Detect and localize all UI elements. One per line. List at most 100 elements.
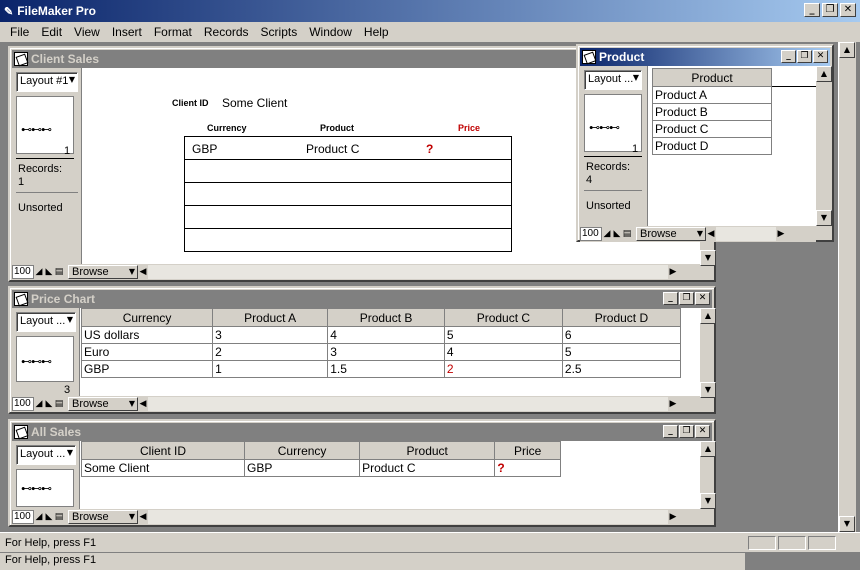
scroll-right-icon[interactable]: ▶ <box>668 397 678 411</box>
table-cell[interactable]: 1 <box>212 360 329 378</box>
table-cell[interactable]: 5 <box>443 326 563 344</box>
layout-popup[interactable]: Layout ... ▼ <box>16 445 76 465</box>
table-cell[interactable]: 2 <box>212 343 329 361</box>
column-header[interactable]: Currency <box>80 308 214 327</box>
book-icon[interactable]: ⊷⊷⊷ <box>16 336 74 382</box>
close-button[interactable]: ✕ <box>813 50 828 63</box>
list-item[interactable]: Product D <box>652 137 772 155</box>
zoom-out-icon[interactable]: ◢ <box>34 397 44 411</box>
all-sales-window[interactable]: All Sales _ ❐ ✕ Layout ... ▼ ⊷⊷⊷ Client I… <box>8 419 716 527</box>
close-button[interactable]: ✕ <box>695 292 710 305</box>
list-item[interactable]: Product A <box>652 86 772 104</box>
portal-price-field[interactable]: ? <box>426 142 433 156</box>
zoom-out-icon[interactable]: ◢ <box>34 510 44 524</box>
record-slider[interactable] <box>16 158 74 159</box>
product-column-header[interactable]: Product <box>652 68 772 87</box>
horizontal-scrollbar[interactable] <box>148 265 668 279</box>
scroll-down-icon[interactable]: ▼ <box>816 210 832 226</box>
book-icon[interactable]: ⊷⊷⊷ <box>16 469 74 507</box>
minimize-button[interactable]: _ <box>663 292 678 305</box>
table-cell[interactable]: 1.5 <box>327 360 445 378</box>
minimize-button[interactable]: _ <box>781 50 796 63</box>
menu-help[interactable]: Help <box>358 25 395 39</box>
scroll-down-icon[interactable]: ▼ <box>700 382 716 398</box>
main-vertical-scrollbar[interactable]: ▲ ▼ <box>838 42 856 532</box>
price-chart-titlebar[interactable]: Price Chart _ ❐ ✕ <box>12 290 712 308</box>
menu-insert[interactable]: Insert <box>106 25 148 39</box>
table-cell[interactable]: 4 <box>443 343 563 361</box>
scroll-left-icon[interactable]: ◀ <box>706 227 716 241</box>
scroll-up-icon[interactable]: ▲ <box>700 308 716 324</box>
record-slider[interactable] <box>584 156 642 157</box>
column-header[interactable]: Product D <box>561 308 682 327</box>
scroll-down-icon[interactable]: ▼ <box>700 493 716 509</box>
status-toggle-icon[interactable]: ▤ <box>54 265 64 279</box>
scroll-right-icon[interactable]: ▶ <box>668 510 678 524</box>
zoom-out-icon[interactable]: ◢ <box>602 227 612 241</box>
menu-edit[interactable]: Edit <box>35 25 68 39</box>
restore-button[interactable]: ❐ <box>679 425 694 438</box>
column-header[interactable]: Product A <box>212 308 329 327</box>
zoom-level[interactable]: 100 <box>580 227 602 241</box>
list-item[interactable]: Product C <box>652 120 772 138</box>
scroll-up-icon[interactable]: ▲ <box>816 66 832 82</box>
table-cell[interactable]: 2.5 <box>561 360 682 378</box>
status-toggle-icon[interactable]: ▤ <box>622 227 632 241</box>
table-cell[interactable]: ? <box>494 459 561 477</box>
menu-scripts[interactable]: Scripts <box>255 25 304 39</box>
scroll-right-icon[interactable]: ▶ <box>668 265 678 279</box>
menu-window[interactable]: Window <box>303 25 358 39</box>
column-header[interactable]: Currency <box>244 441 361 460</box>
mode-popup[interactable]: Browse ▼ <box>68 510 138 524</box>
table-cell[interactable]: 3 <box>212 326 329 344</box>
product-window[interactable]: Product _ ❐ ✕ Layout ... ▼ ⊷⊷⊷ 1 Records:… <box>576 44 834 242</box>
column-header[interactable]: Client ID <box>80 441 246 460</box>
horizontal-scrollbar[interactable] <box>148 510 668 524</box>
table-cell[interactable]: 4 <box>327 326 445 344</box>
scroll-up-icon[interactable]: ▲ <box>839 42 855 58</box>
all-sales-titlebar[interactable]: All Sales _ ❐ ✕ <box>12 423 712 441</box>
table-cell[interactable]: US dollars <box>80 326 214 344</box>
horizontal-scrollbar[interactable] <box>148 397 668 411</box>
table-cell[interactable]: 3 <box>327 343 445 361</box>
menu-view[interactable]: View <box>68 25 106 39</box>
table-row[interactable]: US dollars 3 4 5 6 <box>80 326 682 344</box>
zoom-level[interactable]: 100 <box>12 397 34 411</box>
table-row[interactable]: Euro 2 3 4 5 <box>80 343 682 361</box>
close-button[interactable]: ✕ <box>840 3 856 17</box>
restore-button[interactable]: ❐ <box>679 292 694 305</box>
table-row[interactable]: Some Client GBP Product C ? <box>80 459 561 477</box>
table-cell[interactable]: GBP <box>244 459 361 477</box>
scroll-left-icon[interactable]: ◀ <box>138 397 148 411</box>
menu-format[interactable]: Format <box>148 25 198 39</box>
restore-button[interactable]: ❐ <box>797 50 812 63</box>
table-cell[interactable]: Euro <box>80 343 214 361</box>
table-cell[interactable]: GBP <box>80 360 214 378</box>
zoom-in-icon[interactable]: ◣ <box>612 227 622 241</box>
zoom-level[interactable]: 100 <box>12 510 34 524</box>
table-cell[interactable]: 2 <box>443 360 563 378</box>
restore-button[interactable]: ❐ <box>822 3 838 17</box>
scroll-down-icon[interactable]: ▼ <box>700 250 716 266</box>
column-header[interactable]: Product B <box>327 308 445 327</box>
zoom-level[interactable]: 100 <box>12 265 34 279</box>
column-header[interactable]: Price <box>494 441 561 460</box>
layout-popup[interactable]: Layout ... ▼ <box>16 312 76 332</box>
table-cell[interactable]: 5 <box>561 343 682 361</box>
scroll-down-icon[interactable]: ▼ <box>839 516 855 532</box>
zoom-out-icon[interactable]: ◢ <box>34 265 44 279</box>
menu-records[interactable]: Records <box>198 25 255 39</box>
scroll-left-icon[interactable]: ◀ <box>138 510 148 524</box>
close-button[interactable]: ✕ <box>695 425 710 438</box>
table-cell[interactable]: Product C <box>359 459 496 477</box>
status-toggle-icon[interactable]: ▤ <box>54 510 64 524</box>
price-chart-window[interactable]: Price Chart _ ❐ ✕ Layout ... ▼ ⊷⊷⊷ 3 Curr… <box>8 286 716 414</box>
scroll-left-icon[interactable]: ◀ <box>138 265 148 279</box>
portal-product-field[interactable]: Product C <box>306 142 359 156</box>
column-header[interactable]: Product C <box>443 308 563 327</box>
portal-currency-field[interactable]: GBP <box>192 142 217 156</box>
table-cell[interactable]: Some Client <box>80 459 246 477</box>
minimize-button[interactable]: _ <box>663 425 678 438</box>
client-id-field[interactable]: Some Client <box>222 96 287 110</box>
minimize-button[interactable]: _ <box>804 3 820 17</box>
